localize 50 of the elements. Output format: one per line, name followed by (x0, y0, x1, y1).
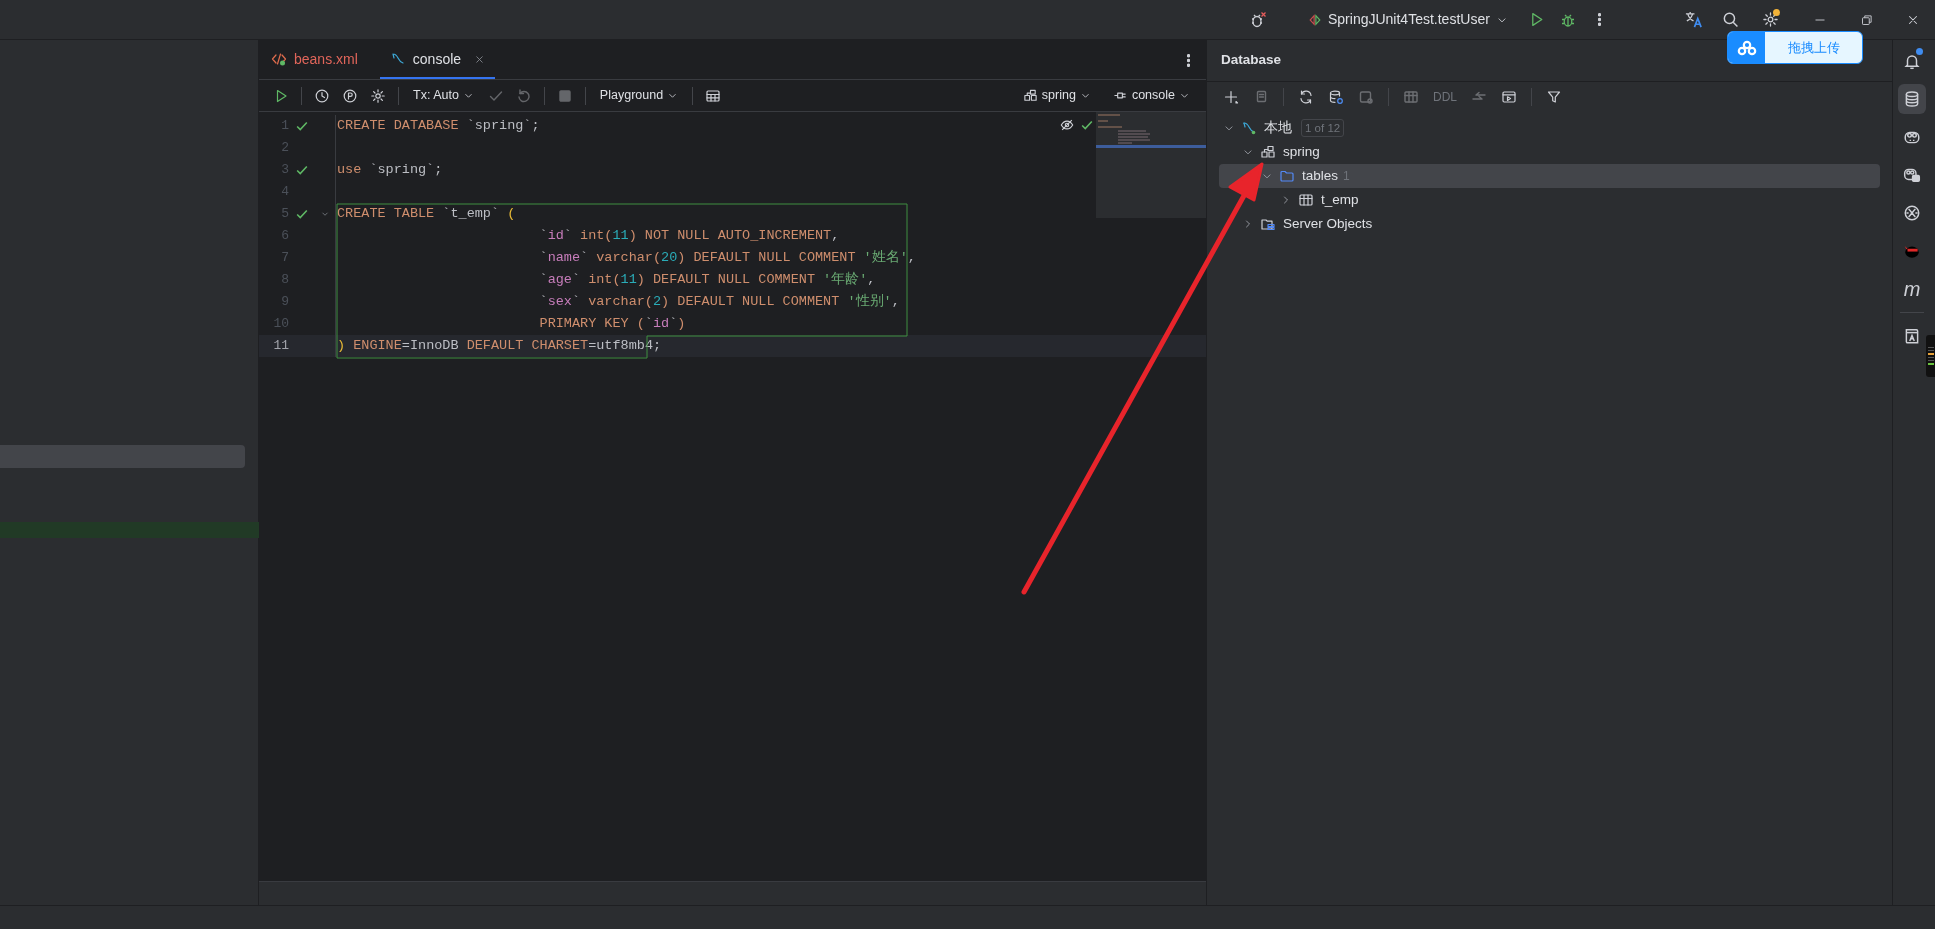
dropdown[interactable]: Tx: Auto (407, 83, 480, 108)
tree-item[interactable]: Server Objects (1219, 212, 1880, 236)
more-icon (1186, 53, 1190, 67)
hidden-eye-icon[interactable] (1060, 118, 1074, 132)
code-line: ) ENGINE=InnoDB DEFAULT CHARSET=utf8mb4; (337, 336, 662, 355)
tree-item[interactable]: spring (1219, 140, 1880, 164)
upload-label: 拖拽上传 (1786, 39, 1841, 57)
folder-icon (1279, 168, 1295, 184)
line-number: 11 (272, 337, 289, 356)
editor-tab[interactable]: beans.xml (261, 41, 368, 79)
code-line: `id` int(11) NOT NULL AUTO_INCREMENT, (538, 226, 840, 245)
tree-item[interactable]: t_emp (1219, 188, 1880, 212)
code-line: `sex` varchar(2) DEFAULT NULL COMMENT '性别', (538, 292, 900, 311)
dropdown[interactable]: Playground (593, 83, 685, 108)
schema-icon (1260, 144, 1276, 160)
table-icon (1298, 192, 1314, 208)
translate-icon (1683, 10, 1703, 29)
connection-icon (1241, 120, 1257, 136)
code-line: CREATE TABLE `t_emp` ( (337, 204, 516, 223)
more-icon (1597, 13, 1601, 26)
no-problems-check-icon[interactable] (1080, 118, 1094, 132)
tool-window-button[interactable] (1898, 84, 1926, 114)
bug-icon (1249, 10, 1267, 29)
close-icon (474, 53, 486, 65)
robot-chat-icon (1903, 166, 1921, 184)
code-line: `age` int(11) DEFAULT NULL COMMENT '年龄', (538, 270, 876, 289)
schema-icon (1022, 88, 1038, 103)
settings-icon (1761, 11, 1779, 28)
cross-circle-icon (1903, 204, 1921, 222)
xml-file-icon (271, 51, 287, 67)
cloud-icon (1736, 39, 1757, 56)
restore-icon (1860, 13, 1873, 26)
server-objects-icon (1260, 216, 1276, 232)
database-icon (1903, 90, 1921, 108)
run-configuration-dropdown[interactable]: SpringJUnit4Test.testUser (1302, 5, 1517, 34)
tree-item[interactable]: 本地 1 of 12 (1219, 116, 1880, 140)
session-dropdown[interactable]: console (1106, 83, 1196, 108)
code-line: `name` varchar(20) DEFAULT NULL COMMENT '姓名', (538, 248, 916, 267)
meter-widget (1926, 335, 1935, 377)
notifications-icon (1903, 52, 1921, 70)
search-icon (1721, 11, 1739, 28)
connection-badge: 1 of 12 (1301, 119, 1345, 137)
tool-window-button[interactable]: m (1898, 274, 1926, 304)
code-line: use `spring`; (337, 160, 443, 179)
code-line: PRIMARY KEY (`id`) (538, 314, 686, 333)
run-configuration-icon (1308, 12, 1322, 27)
code-line: CREATE DATABASE `spring`; (337, 116, 540, 135)
book-icon (1903, 327, 1921, 345)
panel-title: Database (1221, 51, 1282, 70)
schema-dropdown[interactable]: spring (1016, 83, 1097, 108)
